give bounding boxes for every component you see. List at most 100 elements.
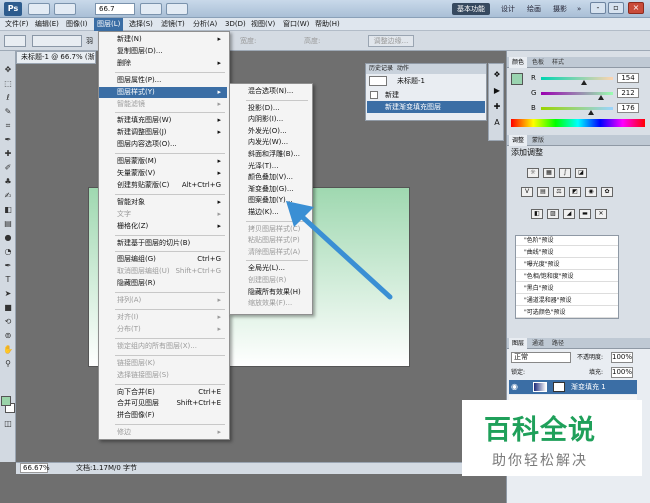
brush-tool-icon[interactable]: ✐ bbox=[2, 163, 14, 173]
photo-filter-icon[interactable]: ◉ bbox=[585, 187, 597, 197]
curves-icon[interactable]: ∫ bbox=[559, 168, 571, 178]
preset-hue-saturation[interactable]: "色相/饱和度"预设 bbox=[516, 272, 618, 282]
fill-input[interactable]: 100% bbox=[611, 367, 633, 378]
tool-preset-picker[interactable] bbox=[4, 35, 26, 47]
preset-levels[interactable]: "色阶"预设 bbox=[516, 236, 618, 246]
exposure-icon[interactable]: ◪ bbox=[575, 168, 587, 178]
menu-image[interactable]: 图像(I) bbox=[63, 18, 91, 31]
eraser-tool-icon[interactable]: ◧ bbox=[2, 205, 14, 215]
dodge-tool-icon[interactable]: ◔ bbox=[2, 247, 14, 257]
layer-style-item[interactable]: 光泽(T)... bbox=[230, 161, 310, 172]
workspace-painting[interactable]: 绘画 bbox=[522, 3, 546, 15]
menu-select[interactable]: 选择(S) bbox=[126, 18, 156, 31]
quick-select-tool-icon[interactable]: ✎ bbox=[2, 107, 14, 117]
menu-3d[interactable]: 3D(D) bbox=[222, 18, 249, 31]
tab-history[interactable]: 历史记录 bbox=[369, 65, 393, 72]
layer-menu-item[interactable]: 新建调整图层(J) ▸ bbox=[99, 127, 227, 138]
crop-tool-icon[interactable]: ⌗ bbox=[2, 121, 14, 131]
view-extras-icon[interactable] bbox=[54, 3, 76, 15]
tab-swatches[interactable]: 色板 bbox=[529, 57, 547, 68]
layer-menu-item[interactable]: 选择链接图层(S) bbox=[99, 370, 227, 381]
layer-menu-item[interactable]: 新建(N) ▸ bbox=[99, 34, 227, 45]
tab-actions[interactable]: 动作 bbox=[397, 65, 409, 72]
threshold-icon[interactable]: ◢ bbox=[563, 209, 575, 219]
move-tool-icon[interactable]: ✥ bbox=[2, 65, 14, 75]
layer-menu-item[interactable]: 智能滤镜 ▸ bbox=[99, 99, 227, 110]
preset-selective-color[interactable]: "可选颜色"预设 bbox=[516, 308, 618, 318]
layer-menu-item[interactable]: 栅格化(Z) ▸ bbox=[99, 221, 227, 232]
status-zoom-field[interactable]: 66.67% bbox=[20, 463, 50, 473]
history-panel-icon[interactable]: ❖ bbox=[492, 70, 502, 80]
bridge-icon[interactable] bbox=[28, 3, 50, 15]
tab-masks[interactable]: 蒙版 bbox=[529, 135, 547, 146]
preset-black-white[interactable]: "黑白"预设 bbox=[516, 284, 618, 294]
maximize-button[interactable]: ▫ bbox=[608, 2, 624, 14]
history-state-gradient-fill[interactable]: 新建渐变填充图层 bbox=[367, 101, 485, 113]
history-snapshot[interactable]: 未标题-1 bbox=[367, 75, 485, 87]
shape-tool-icon[interactable]: ■ bbox=[2, 303, 14, 313]
navigator-panel-icon[interactable]: ✚ bbox=[492, 102, 502, 112]
gradient-map-icon[interactable]: ▬ bbox=[579, 209, 591, 219]
tab-channels[interactable]: 通道 bbox=[529, 338, 547, 349]
layer-menu-item[interactable]: 智能对象 ▸ bbox=[99, 197, 227, 208]
layer-menu-item[interactable]: 创建剪贴蒙版(C) Alt+Ctrl+G bbox=[99, 180, 227, 191]
green-value-input[interactable]: 212 bbox=[617, 88, 639, 98]
menu-file[interactable]: 文件(F) bbox=[2, 18, 32, 31]
menu-window[interactable]: 窗口(W) bbox=[280, 18, 312, 31]
arrange-documents-icon[interactable] bbox=[166, 3, 188, 15]
layer-menu-item[interactable]: 删除 ▸ bbox=[99, 58, 227, 69]
menu-view[interactable]: 视图(V) bbox=[248, 18, 278, 31]
layer-menu-item[interactable]: 链接图层(K) bbox=[99, 358, 227, 369]
layer-menu-item[interactable]: 图层样式(Y) ▸ bbox=[99, 86, 227, 98]
layer-menu-item[interactable]: 向下合并(E) Ctrl+E bbox=[99, 387, 227, 398]
slider-knob[interactable] bbox=[587, 110, 594, 115]
history-state-new[interactable]: 新建 bbox=[367, 89, 485, 101]
tab-styles[interactable]: 样式 bbox=[549, 57, 567, 68]
refine-edge-button[interactable]: 调整边缘... bbox=[368, 35, 414, 47]
channel-mixer-icon[interactable]: ✿ bbox=[601, 187, 613, 197]
layer-mask-thumbnail[interactable] bbox=[553, 382, 565, 392]
tab-paths[interactable]: 路径 bbox=[549, 338, 567, 349]
green-slider[interactable] bbox=[541, 92, 613, 100]
layer-menu-item[interactable]: 对齐(I) ▸ bbox=[99, 312, 227, 323]
brightness-contrast-icon[interactable]: ☼ bbox=[527, 168, 539, 178]
blue-value-input[interactable]: 176 bbox=[617, 103, 639, 113]
red-slider[interactable] bbox=[541, 77, 613, 85]
eyedropper-tool-icon[interactable]: ✒ bbox=[2, 135, 14, 145]
opacity-input[interactable]: 100% bbox=[611, 352, 633, 363]
menu-filter[interactable]: 滤镜(T) bbox=[158, 18, 188, 31]
layer-menu-item[interactable]: 新建填充图层(W) ▸ bbox=[99, 115, 227, 126]
layer-menu-item[interactable]: 隐藏图层(R) bbox=[99, 278, 227, 289]
layer-style-item[interactable]: 外发光(O)... bbox=[230, 126, 310, 137]
layer-menu-item[interactable]: 文字 ▸ bbox=[99, 209, 227, 220]
color-balance-icon[interactable]: ⚖ bbox=[553, 187, 565, 197]
character-panel-icon[interactable]: A bbox=[492, 118, 502, 128]
layer-menu-item[interactable]: 图层内容选项(O)... bbox=[99, 139, 227, 150]
layer-menu-item[interactable]: 分布(T) ▸ bbox=[99, 324, 227, 335]
black-white-icon[interactable]: ◩ bbox=[569, 187, 581, 197]
foreground-color-swatch[interactable] bbox=[1, 396, 11, 406]
posterize-icon[interactable]: ▨ bbox=[547, 209, 559, 219]
hand-tool-icon[interactable]: ✋ bbox=[2, 345, 14, 355]
preset-channel-mixer[interactable]: "通道混和器"预设 bbox=[516, 296, 618, 306]
workspace-photography[interactable]: 摄影 bbox=[548, 3, 572, 15]
layer-menu-item[interactable]: 新建基于图层的切片(B) bbox=[99, 238, 227, 249]
menu-analysis[interactable]: 分析(A) bbox=[190, 18, 220, 31]
layer-style-item[interactable]: 内发光(W)... bbox=[230, 137, 310, 148]
zoom-level-select[interactable]: 66.7 bbox=[95, 3, 135, 15]
blue-slider[interactable] bbox=[541, 107, 613, 115]
pen-tool-icon[interactable]: ✒ bbox=[2, 261, 14, 271]
minimize-button[interactable]: - bbox=[590, 2, 606, 14]
workspace-design[interactable]: 设计 bbox=[496, 3, 520, 15]
menu-edit[interactable]: 编辑(E) bbox=[32, 18, 62, 31]
blend-mode-select[interactable]: 正常 bbox=[511, 352, 571, 363]
layer-menu-item[interactable]: 排列(A) ▸ bbox=[99, 295, 227, 306]
layer-style-item[interactable]: 混合选项(N)... bbox=[230, 86, 310, 97]
layer-menu-item[interactable]: 矢量蒙版(V) ▸ bbox=[99, 168, 227, 179]
workspace-more[interactable]: » bbox=[572, 3, 586, 15]
foreground-color-chip[interactable] bbox=[511, 73, 523, 85]
tab-layers[interactable]: 图层 bbox=[509, 338, 528, 349]
gradient-tool-icon[interactable]: ▤ bbox=[2, 219, 14, 229]
healing-brush-tool-icon[interactable]: ✚ bbox=[2, 149, 14, 159]
layer-style-item[interactable]: 渐变叠加(G)... bbox=[230, 184, 310, 195]
